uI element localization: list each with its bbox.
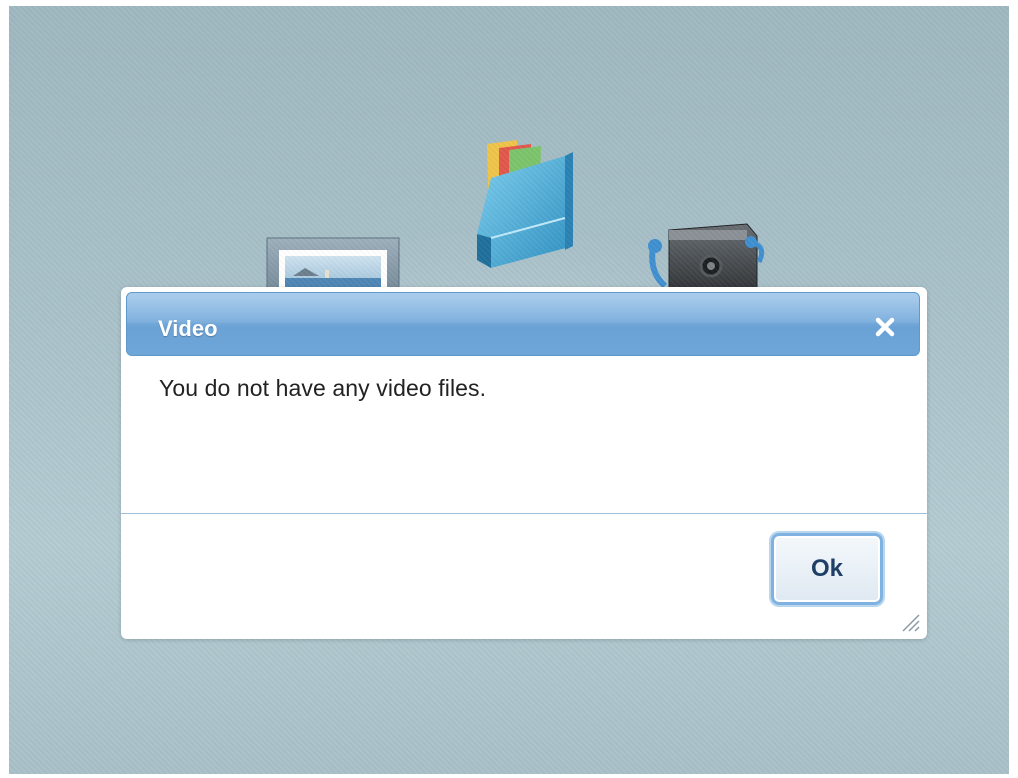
music-icon[interactable] xyxy=(639,216,771,292)
dialog-message: You do not have any video files. xyxy=(159,375,487,401)
close-icon[interactable] xyxy=(873,315,897,339)
ok-button[interactable]: Ok xyxy=(771,533,883,605)
video-dialog: Video You do not have any video files. O… xyxy=(121,287,927,639)
dialog-titlebar[interactable]: Video xyxy=(126,292,920,356)
photos-icon[interactable] xyxy=(265,232,401,292)
resize-grip-icon[interactable] xyxy=(899,611,921,633)
dialog-divider xyxy=(121,513,927,514)
documents-icon[interactable] xyxy=(469,138,581,270)
dialog-title: Video xyxy=(158,316,218,341)
